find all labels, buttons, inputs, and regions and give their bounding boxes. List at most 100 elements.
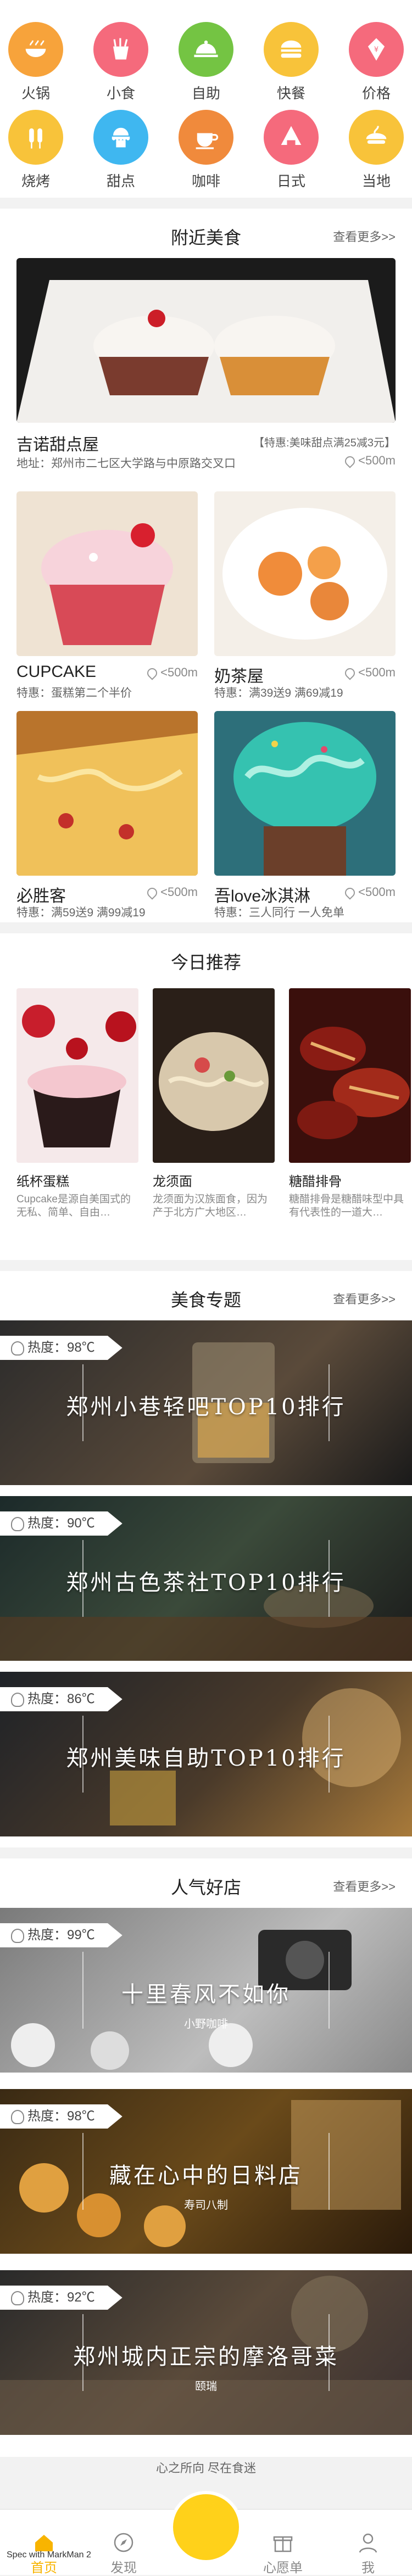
recommend-image [289, 988, 411, 1163]
shop-banner[interactable]: 热度：92℃ 郑州城内正宗的摩洛哥菜 颐瑞 [0, 2270, 412, 2435]
item-distance: <500m [137, 665, 198, 680]
banner-title: 郑州古色茶社TOP10排行 [66, 1570, 346, 1595]
category-bbq[interactable]: 烧烤 [0, 88, 71, 191]
feature-image[interactable] [16, 258, 396, 423]
item-image[interactable] [16, 711, 198, 876]
category-hotpot[interactable]: 火锅 [0, 0, 71, 103]
item-offer: 特惠：满59送9 满99减19 [16, 906, 146, 919]
watermark: Spec with MarkMan 2 [7, 2550, 91, 2560]
hotpot-icon [8, 22, 63, 77]
recommend-image [16, 988, 138, 1163]
nav-me[interactable]: 我 [335, 2532, 401, 2576]
banner-title: 郑州美味自助TOP10排行 [66, 1746, 346, 1771]
shop-banner[interactable]: 热度：99℃ 十里春风不如你 小野咖啡 [0, 1908, 412, 2073]
item-name[interactable]: 必胜客 [16, 882, 66, 906]
item-name[interactable]: 奶茶屋 [214, 663, 264, 687]
footer-slogan: 心之所向 尽在食迷 [155, 2461, 257, 2475]
heat-value: 热度：86℃ [27, 1692, 95, 1706]
banner-title: 十里春风不如你 [121, 1982, 291, 2007]
heat-tag: 热度：98℃ [0, 1336, 123, 1360]
item-name[interactable]: 吾love冰淇淋 [214, 882, 310, 906]
heat-tag: 热度：90℃ [0, 1511, 123, 1536]
category-japanese[interactable]: 日式 [255, 88, 327, 191]
item-offer: 特惠：三人同行 一人免单 [214, 906, 344, 919]
topic-banner[interactable]: 热度：86℃ 郑州美味自助TOP10排行 [0, 1672, 412, 1836]
feature-name[interactable]: 吉诺甜点屋 [16, 431, 99, 455]
shop-banner[interactable]: 热度：98℃ 藏在心中的日料店 寿司八制 [0, 2089, 412, 2254]
recommend-image [153, 988, 275, 1163]
banner-title: 郑州小巷轻吧TOP10排行 [66, 1395, 346, 1420]
banner-title: 郑州城内正宗的摩洛哥菜 [73, 2344, 339, 2370]
item-distance: <500m [137, 885, 198, 900]
buffet-icon [179, 22, 233, 77]
recommend-header: 今日推荐 [0, 933, 412, 983]
heat-tag: 热度：86℃ [0, 1687, 123, 1711]
distance-value: <500m [358, 453, 396, 467]
thermometer-icon [11, 1341, 24, 1356]
category-local[interactable]: 当地 [341, 88, 412, 191]
thermometer-icon [11, 2109, 24, 2124]
location-pin-icon [145, 886, 159, 900]
nav-wishlist[interactable]: 心愿单 [250, 2532, 316, 2576]
more-link[interactable]: 查看更多>> [333, 1877, 396, 1895]
nearby-section: 附近美食 查看更多>> 吉诺甜点屋 【特惠:美味甜点满25减3元】 地址：郑州市… [0, 209, 412, 922]
topic-banner[interactable]: 热度：90℃ 郑州古色茶社TOP10排行 [0, 1496, 412, 1661]
category-price[interactable]: ¥ 价格 [341, 0, 412, 103]
recommend-card[interactable]: 龙须面 龙须面为汉族面食，因为产于北方广大地区… [153, 988, 275, 1219]
more-link[interactable]: 查看更多>> [333, 1290, 396, 1307]
thermometer-icon [11, 1928, 24, 1943]
gift-icon [272, 2532, 294, 2553]
heat-tag: 热度：92℃ [0, 2286, 123, 2310]
local-icon [349, 110, 404, 165]
category-buffet[interactable]: 自助 [170, 0, 242, 103]
more-link[interactable]: 查看更多>> [333, 227, 396, 245]
item-offer: 特惠：蛋糕第二个半价 [16, 687, 132, 699]
heat-tag: 热度：98℃ [0, 2104, 123, 2129]
item-image[interactable] [214, 491, 396, 656]
section-title: 今日推荐 [170, 953, 241, 972]
recommend-card[interactable]: 纸杯蛋糕 Cupcake是源自美国式的无私、简单、自由… [16, 988, 138, 1219]
recommend-name: 龙须面 [153, 1174, 192, 1189]
recommend-desc: Cupcake是源自美国式的无私、简单、自由… [16, 1194, 131, 1218]
nav-label: 心愿单 [263, 2561, 303, 2575]
topic-banner[interactable]: 热度：98℃ 郑州小巷轻吧TOP10排行 [0, 1320, 412, 1485]
recommend-card[interactable]: 糖醋排骨 糖醋排骨是糖醋味型中具有代表性的一道大… [289, 988, 411, 1219]
item-image[interactable] [16, 491, 198, 656]
category-label: 烧烤 [21, 173, 50, 189]
recommend-desc: 糖醋排骨是糖醋味型中具有代表性的一道大… [289, 1194, 404, 1218]
location-pin-icon [343, 666, 357, 680]
category-coffee[interactable]: 咖啡 [170, 88, 242, 191]
nav-label: 首页 [31, 2561, 57, 2575]
heat-value: 热度：98℃ [27, 1340, 95, 1355]
heat-value: 热度：92℃ [27, 2290, 95, 2305]
recommend-name: 糖醋排骨 [289, 1174, 342, 1189]
category-grid: 火锅 小食 自助 快餐 ¥ 价格 烧烤 甜点 咖啡 日式 当地 [0, 0, 412, 198]
item-image[interactable] [214, 711, 396, 876]
item-offer: 特惠：满39送9 满69减19 [214, 687, 343, 699]
distance-value: <500m [160, 665, 198, 679]
compass-icon [113, 2532, 135, 2553]
popular-section: 人气好店 查看更多>> 热度：99℃ 十里春风不如你 小野咖啡 热度：98℃ 藏… [0, 1858, 412, 2457]
heat-value: 热度：99℃ [27, 1928, 95, 1942]
thermometer-icon [11, 1692, 24, 1707]
category-fastfood[interactable]: 快餐 [255, 0, 327, 103]
distance-value: <500m [358, 665, 396, 679]
location-pin-icon [145, 666, 159, 680]
user-icon [357, 2532, 379, 2553]
category-label: 甜点 [106, 173, 135, 189]
fastfood-icon [264, 22, 319, 77]
thermometer-icon [11, 1516, 24, 1531]
bottom-nav: 首页 发现 心愿单 我 Spec with MarkMan 2 [0, 2494, 412, 2576]
popular-header: 人气好店 查看更多>> [0, 1858, 412, 1908]
location-pin-icon [343, 886, 357, 900]
category-dessert[interactable]: 甜点 [85, 88, 157, 191]
dessert-icon [93, 110, 148, 165]
topics-section: 美食专题 查看更多>> 热度：98℃ 郑州小巷轻吧TOP10排行 热度：90℃ … [0, 1271, 412, 1847]
center-action-button[interactable] [173, 2494, 239, 2560]
topics-header: 美食专题 查看更多>> [0, 1271, 412, 1320]
category-snack[interactable]: 小食 [85, 0, 157, 103]
nav-discover[interactable]: 发现 [91, 2532, 157, 2576]
item-name[interactable]: CUPCAKE [16, 663, 96, 681]
thermometer-icon [11, 2291, 24, 2305]
snack-icon [93, 22, 148, 77]
